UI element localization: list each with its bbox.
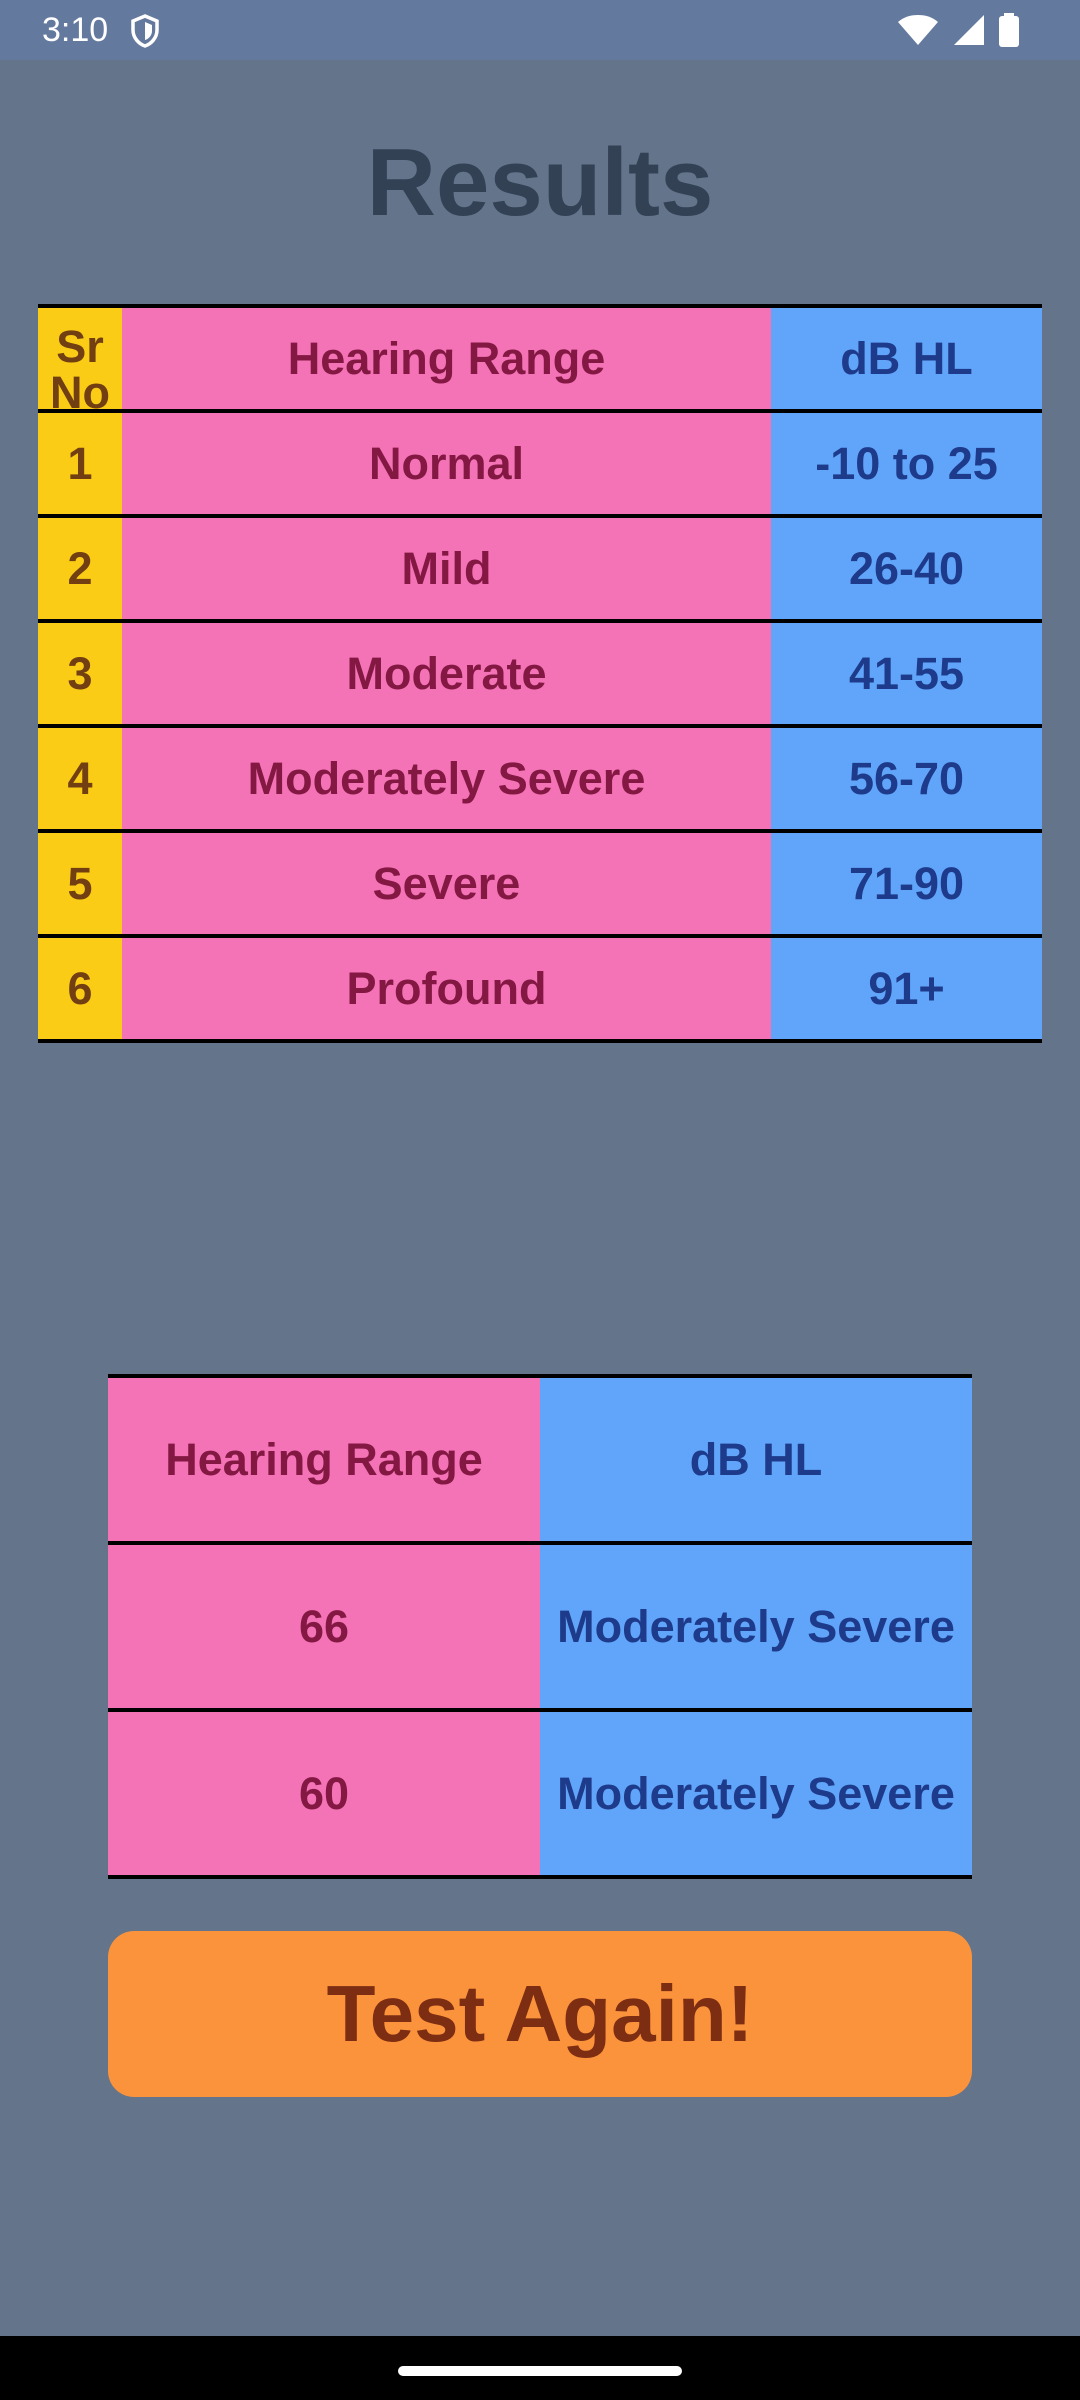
- result-category-cell: Moderately Severe: [540, 1712, 972, 1875]
- status-icons: [896, 13, 1046, 47]
- page-title: Results: [366, 129, 714, 236]
- wifi-icon: [898, 15, 938, 45]
- sr-cell: 1: [38, 413, 122, 514]
- table-row: 5 Severe 71-90: [38, 833, 1042, 938]
- sr-cell: 4: [38, 728, 122, 829]
- header-hearing-range: Hearing Range: [122, 308, 771, 409]
- db-cell: -10 to 25: [771, 413, 1042, 514]
- table-row: 60 Moderately Severe: [108, 1712, 972, 1879]
- db-cell: 71-90: [771, 833, 1042, 934]
- db-cell: 56-70: [771, 728, 1042, 829]
- range-cell: Severe: [122, 833, 771, 934]
- status-bar: 3:10: [0, 0, 1080, 60]
- test-again-button[interactable]: Test Again!: [108, 1931, 972, 2097]
- table-row: 66 Moderately Severe: [108, 1545, 972, 1712]
- table-row: 3 Moderate 41-55: [38, 623, 1042, 728]
- home-gesture-handle[interactable]: [398, 2366, 682, 2376]
- table-row: 4 Moderately Severe 56-70: [38, 728, 1042, 833]
- shield-icon: [131, 14, 159, 48]
- db-cell: 26-40: [771, 518, 1042, 619]
- sr-cell: 3: [38, 623, 122, 724]
- table-header-row: Sr No Hearing Range dB HL: [38, 308, 1042, 413]
- cell-signal-icon: [954, 15, 984, 45]
- range-cell: Mild: [122, 518, 771, 619]
- table-row: 2 Mild 26-40: [38, 518, 1042, 623]
- sr-cell: 2: [38, 518, 122, 619]
- range-cell: Moderately Severe: [122, 728, 771, 829]
- header-hearing-range: Hearing Range: [108, 1378, 540, 1541]
- sr-cell: 6: [38, 938, 122, 1039]
- range-cell: Profound: [122, 938, 771, 1039]
- battery-icon: [999, 13, 1019, 47]
- table-row: 1 Normal -10 to 25: [38, 413, 1042, 518]
- sr-cell: 5: [38, 833, 122, 934]
- table-header-row: Hearing Range dB HL: [108, 1378, 972, 1545]
- range-cell: Moderate: [122, 623, 771, 724]
- db-cell: 91+: [771, 938, 1042, 1039]
- status-time: 3:10: [42, 11, 109, 49]
- navigation-bar: [0, 2336, 1080, 2400]
- db-cell: 41-55: [771, 623, 1042, 724]
- table-row: 6 Profound 91+: [38, 938, 1042, 1043]
- test-results-table: Hearing Range dB HL 66 Moderately Severe…: [108, 1374, 972, 1879]
- result-category-cell: Moderately Severe: [540, 1545, 972, 1708]
- header-sr-no: Sr No: [38, 308, 122, 409]
- header-db-hl: dB HL: [540, 1378, 972, 1541]
- range-cell: Normal: [122, 413, 771, 514]
- result-value-cell: 66: [108, 1545, 540, 1708]
- result-value-cell: 60: [108, 1712, 540, 1875]
- hearing-range-reference-table: Sr No Hearing Range dB HL 1 Normal -10 t…: [38, 304, 1042, 1043]
- header-db-hl: dB HL: [771, 308, 1042, 409]
